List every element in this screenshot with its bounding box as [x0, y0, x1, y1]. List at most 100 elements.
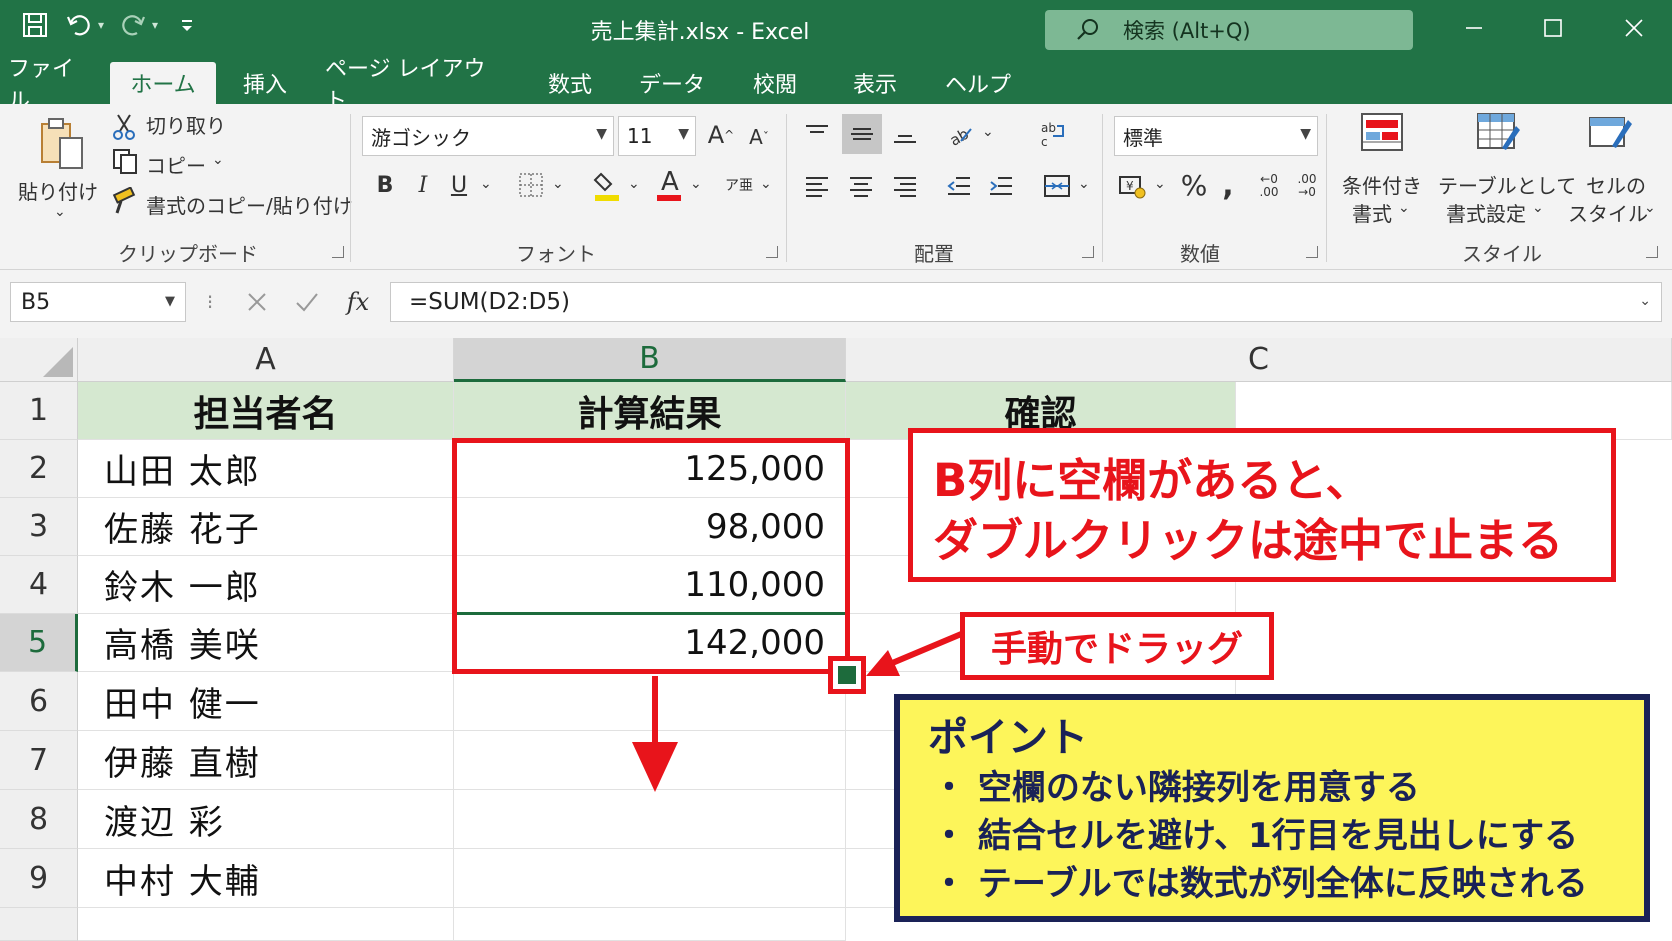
number-launcher-icon[interactable] [1306, 246, 1318, 258]
name-box[interactable]: B5 ▼ [10, 282, 186, 322]
phonetic-guide-icon[interactable]: ア亜 [724, 168, 754, 202]
paste-dropdown-icon[interactable]: ⌄ [54, 204, 66, 220]
font-color-icon[interactable]: A [654, 164, 684, 204]
confirm-entry-icon[interactable] [290, 284, 324, 320]
merge-center-icon[interactable] [1040, 168, 1074, 204]
row-header[interactable]: 1 [0, 382, 78, 440]
cut-button[interactable]: 切り取り [146, 110, 226, 139]
increase-indent-icon[interactable] [984, 168, 1018, 204]
format-as-table-icon[interactable] [1474, 110, 1522, 154]
row-header[interactable]: 3 [0, 498, 78, 556]
conditional-formatting-button[interactable]: 条件付き [1342, 170, 1422, 199]
align-top-icon[interactable] [800, 116, 834, 152]
search-box[interactable]: 検索 (Alt+Q) [1045, 10, 1413, 50]
cell-a1[interactable]: 担当者名 [78, 382, 454, 440]
align-right-icon[interactable] [888, 168, 922, 204]
phonetic-dropdown-icon[interactable]: ⌄ [760, 176, 772, 192]
row-header[interactable]: 8 [0, 790, 78, 849]
cell-a8[interactable]: 渡辺 彩 [78, 790, 454, 849]
insert-function-icon[interactable]: fx [340, 284, 376, 320]
font-size-select[interactable]: 11 ▼ [618, 116, 696, 156]
bold-icon[interactable]: B [372, 168, 398, 202]
cell-styles-button-line2[interactable]: スタイル [1568, 198, 1648, 227]
wrap-text-icon[interactable]: ab c [1036, 116, 1070, 152]
cell-a5[interactable]: 高橋 美咲 [78, 614, 454, 672]
format-as-table-button-line2[interactable]: 書式設定 [1446, 198, 1526, 227]
column-header-b[interactable]: B [454, 338, 846, 382]
italic-icon[interactable]: I [410, 168, 436, 202]
cell-a3[interactable]: 佐藤 花子 [78, 498, 454, 556]
percent-style-icon[interactable]: % [1178, 166, 1210, 204]
format-as-table-button[interactable]: テーブルとして [1438, 170, 1576, 199]
number-format-select[interactable]: 標準 ▼ [1114, 116, 1318, 156]
format-as-table-dropdown-icon[interactable]: ⌄ [1532, 200, 1544, 216]
row-header[interactable]: 6 [0, 672, 78, 731]
increase-decimal-icon[interactable]: ←0.00 [1252, 168, 1286, 204]
row-header[interactable]: 9 [0, 849, 78, 908]
column-header-a[interactable]: A [78, 338, 454, 382]
redo-dropdown-icon[interactable]: ▾ [152, 18, 158, 32]
font-launcher-icon[interactable] [766, 246, 778, 258]
undo-dropdown-icon[interactable]: ▾ [98, 18, 104, 32]
paste-button[interactable]: 貼り付け [18, 176, 98, 205]
tab-insert[interactable]: 挿入 [230, 62, 300, 104]
cell-styles-dropdown-icon[interactable]: ⌄ [1644, 200, 1656, 216]
orientation-dropdown-icon[interactable]: ⌄ [982, 124, 994, 140]
more-options-icon[interactable]: ⁝ [200, 286, 220, 318]
format-painter-button[interactable]: 書式のコピー/貼り付け [146, 190, 353, 219]
decrease-decimal-icon[interactable]: .00 →0 [1290, 168, 1324, 204]
merge-dropdown-icon[interactable]: ⌄ [1078, 176, 1090, 192]
copy-button[interactable]: コピー [146, 150, 206, 179]
cell-b9[interactable] [454, 849, 846, 908]
borders-dropdown-icon[interactable]: ⌄ [552, 176, 564, 192]
minimize-button[interactable] [1452, 8, 1496, 48]
cell-a4[interactable]: 鈴木 一郎 [78, 556, 454, 614]
align-middle-icon[interactable] [842, 114, 882, 154]
underline-dropdown-icon[interactable]: ⌄ [480, 176, 492, 192]
increase-font-size-icon[interactable]: A ^ [706, 118, 736, 152]
cancel-entry-icon[interactable] [240, 284, 274, 320]
currency-format-icon[interactable]: ¥ [1116, 168, 1150, 204]
conditional-formatting-dropdown-icon[interactable]: ⌄ [1398, 200, 1410, 216]
orientation-icon[interactable]: ab [944, 116, 978, 152]
cell-a10[interactable] [78, 908, 454, 941]
redo-icon[interactable] [118, 10, 148, 40]
tab-data[interactable]: データ [632, 62, 712, 104]
fill-handle[interactable] [838, 666, 856, 684]
comma-style-icon[interactable]: , [1216, 166, 1240, 204]
copy-dropdown-icon[interactable]: ⌄ [212, 152, 224, 168]
maximize-button[interactable] [1531, 8, 1575, 48]
font-name-select[interactable]: 游ゴシック ▼ [362, 116, 614, 156]
font-color-dropdown-icon[interactable]: ⌄ [690, 176, 702, 192]
decrease-indent-icon[interactable] [942, 168, 976, 204]
row-header[interactable]: 4 [0, 556, 78, 614]
select-all-button[interactable] [0, 338, 78, 382]
tab-home[interactable]: ホーム [110, 62, 216, 104]
styles-launcher-icon[interactable] [1646, 246, 1658, 258]
cell-b1[interactable]: 計算結果 [454, 382, 846, 440]
save-icon[interactable] [20, 10, 50, 40]
cell-a6[interactable]: 田中 健一 [78, 672, 454, 731]
decrease-font-size-icon[interactable]: Aˇ [744, 120, 774, 154]
close-button[interactable] [1612, 8, 1656, 48]
align-bottom-icon[interactable] [888, 116, 922, 152]
tab-view[interactable]: 表示 [840, 62, 910, 104]
undo-icon[interactable] [64, 10, 94, 40]
fill-color-icon[interactable] [592, 166, 622, 204]
copy-icon[interactable] [110, 146, 140, 176]
tab-help[interactable]: ヘルプ [940, 62, 1016, 104]
conditional-formatting-icon[interactable] [1358, 110, 1406, 154]
cell-a9[interactable]: 中村 大輔 [78, 849, 454, 908]
align-center-icon[interactable] [844, 168, 878, 204]
row-header[interactable]: 2 [0, 440, 78, 498]
clipboard-launcher-icon[interactable] [332, 246, 344, 258]
row-header[interactable]: 7 [0, 731, 78, 790]
tab-page-layout[interactable]: ページ レイアウト [325, 57, 505, 114]
tab-review[interactable]: 校閲 [740, 62, 810, 104]
tab-file[interactable]: ファイル [8, 57, 94, 114]
cell-b10[interactable] [454, 908, 846, 941]
cut-icon[interactable] [110, 112, 138, 142]
conditional-formatting-button-line2[interactable]: 書式 [1352, 198, 1392, 227]
cell-styles-button[interactable]: セルの [1586, 170, 1646, 199]
fill-color-dropdown-icon[interactable]: ⌄ [628, 176, 640, 192]
